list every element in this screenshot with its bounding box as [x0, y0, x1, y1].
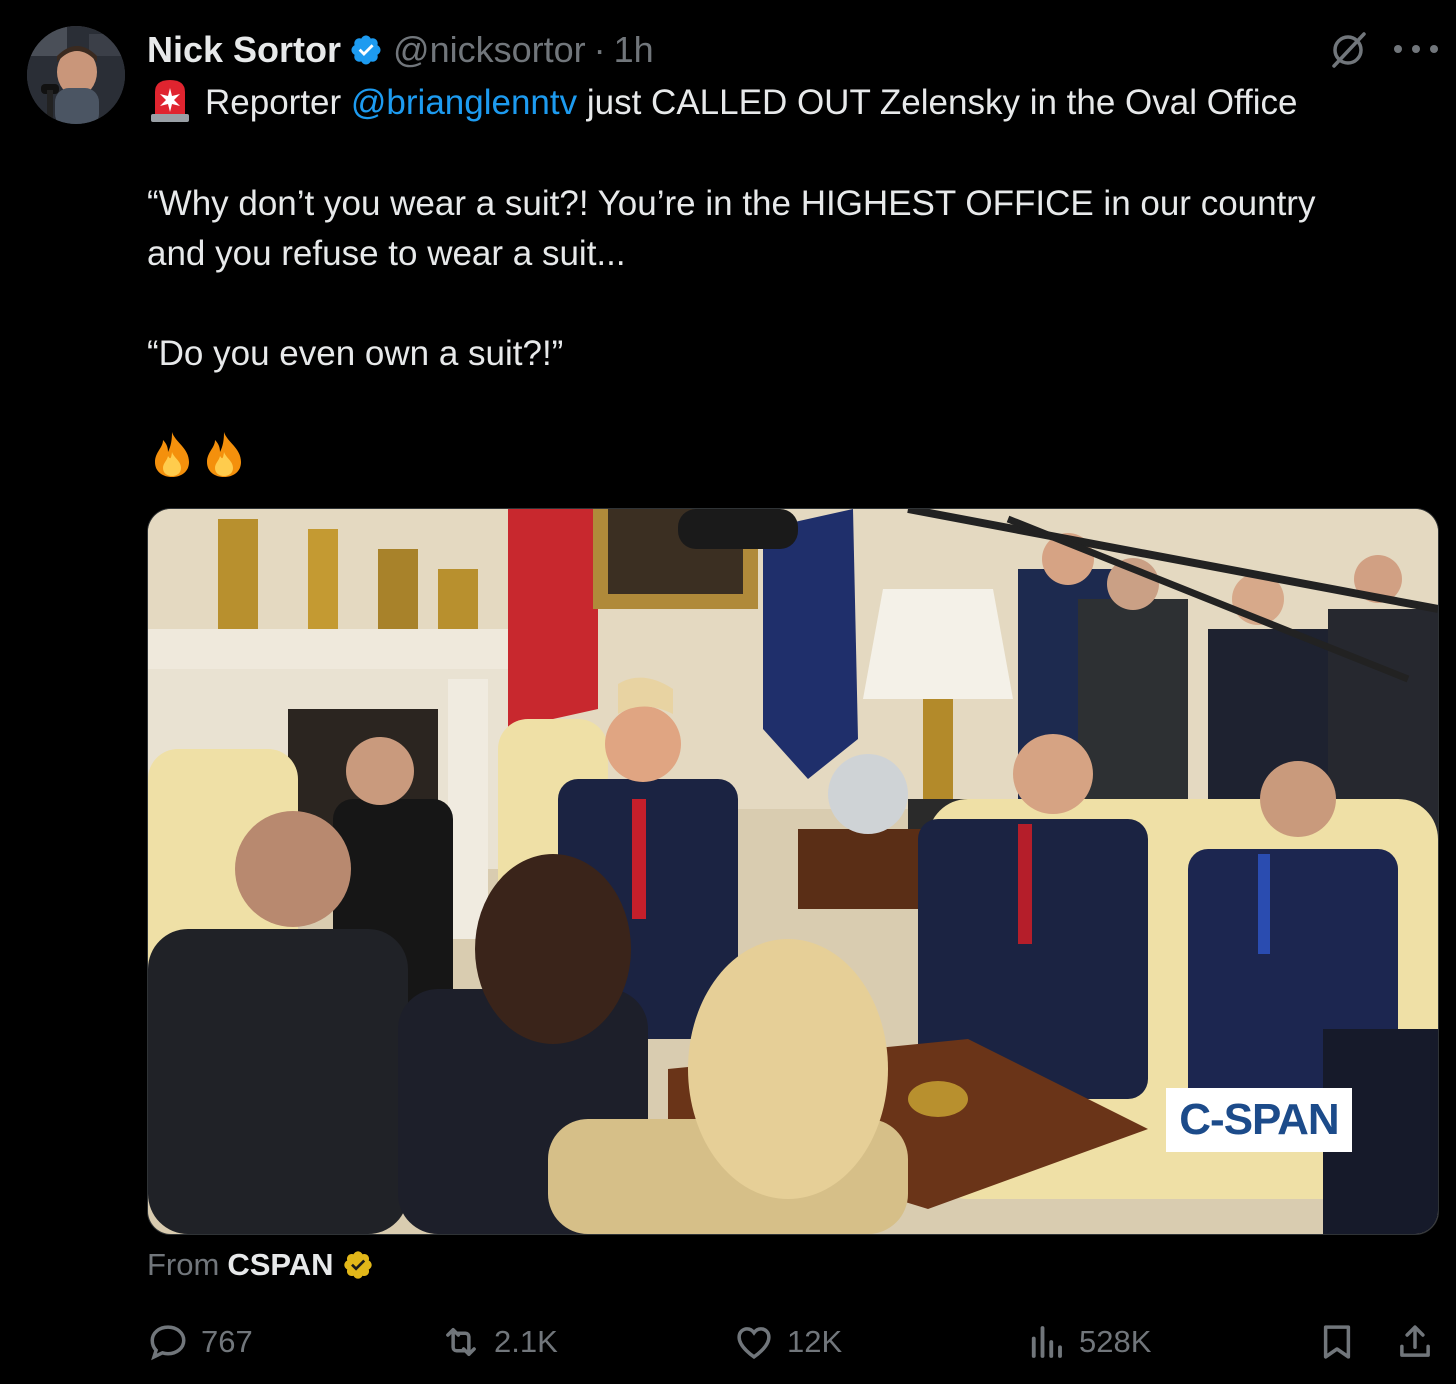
emoji-row	[149, 430, 247, 478]
reply-icon	[150, 1325, 186, 1361]
verified-badge-icon[interactable]	[349, 33, 383, 67]
share-icon	[1400, 1325, 1430, 1357]
mention-link[interactable]: @brianglenntv	[351, 83, 577, 122]
author-handle[interactable]: @nicksortor	[393, 29, 586, 71]
like-icon	[737, 1327, 771, 1359]
tweet-text-suffix: just CALLED OUT Zelensky in the Oval Off…	[586, 83, 1298, 122]
video-media[interactable]: C-SPAN	[147, 508, 1439, 1235]
fire-icon	[207, 432, 241, 477]
reply-button[interactable]: 767	[147, 1316, 253, 1368]
tweet-quote-line-3: “Do you even own a suit?!”	[147, 334, 564, 373]
tweet-text-line-1: Reporter @brianglenntv just CALLED OUT Z…	[147, 78, 1298, 128]
avatar[interactable]	[27, 26, 125, 124]
like-button[interactable]: 12K	[733, 1316, 842, 1368]
more-icon[interactable]	[1394, 34, 1438, 64]
reply-count: 767	[201, 1324, 253, 1359]
bookmark-button[interactable]	[1316, 1316, 1358, 1368]
views-button[interactable]: 528K	[1025, 1316, 1151, 1368]
fire-icon	[155, 432, 189, 477]
views-icon	[1031, 1326, 1062, 1358]
repost-button[interactable]: 2.1K	[440, 1316, 558, 1368]
separator-dot: ·	[593, 29, 606, 70]
grok-icon[interactable]	[1326, 30, 1370, 70]
like-count: 12K	[787, 1324, 843, 1359]
timestamp[interactable]: 1h	[614, 29, 654, 71]
tweet-quote-line-2: and you refuse to wear a suit...	[147, 234, 626, 273]
gold-verified-badge-icon[interactable]	[342, 1249, 374, 1281]
tweet-header: Nick Sortor @nicksortor · 1h	[147, 24, 654, 76]
tweet-quote-line-1: “Why don’t you wear a suit?! You’re in t…	[147, 184, 1316, 223]
source-name[interactable]: CSPAN	[227, 1247, 333, 1283]
author-display-name[interactable]: Nick Sortor	[147, 29, 341, 71]
action-bar: 767 2.1K 12K 528K	[0, 1316, 1456, 1368]
share-button[interactable]	[1394, 1316, 1436, 1368]
repost-count: 2.1K	[494, 1324, 558, 1359]
source-attribution: From CSPAN	[147, 1242, 374, 1288]
bookmark-icon	[1323, 1325, 1351, 1359]
source-prefix: From	[147, 1247, 220, 1282]
views-count: 528K	[1079, 1324, 1152, 1359]
siren-icon	[151, 80, 189, 122]
cspan-watermark: C-SPAN	[1166, 1088, 1352, 1152]
repost-icon	[446, 1328, 476, 1356]
tweet-text-prefix: Reporter	[205, 83, 342, 122]
